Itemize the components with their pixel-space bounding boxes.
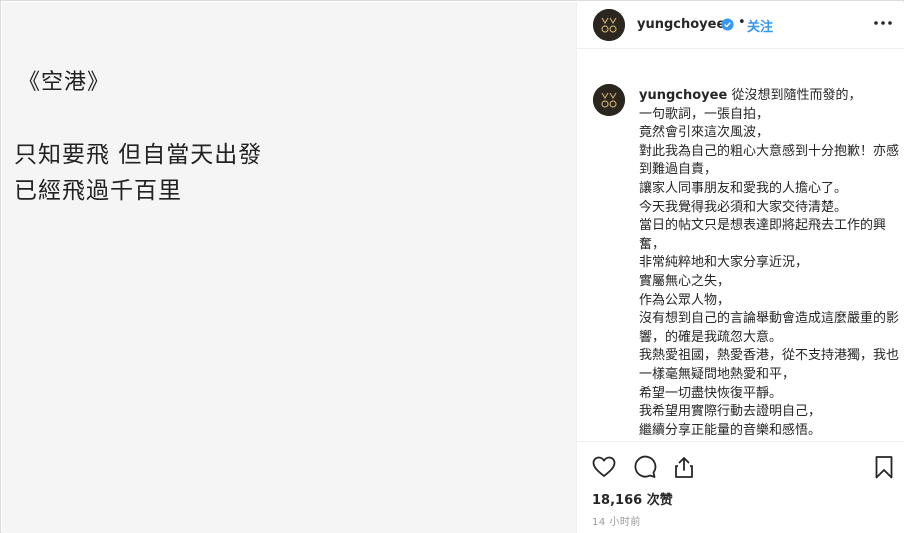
follow-button[interactable]: 关注 [747, 16, 773, 35]
likes-count[interactable]: 18,166 次赞 [592, 489, 673, 508]
share-icon [675, 457, 693, 478]
post-dialog: 《空港》 只知要飛 但自當天出發 已經飛過千百里 yungchoyee • 关注 [0, 0, 904, 533]
more-options-icon[interactable] [873, 19, 893, 27]
image-lyric-line-2: 已經飛過千百里 [14, 178, 182, 204]
save-button[interactable] [871, 454, 897, 480]
separator-dot: • [738, 15, 746, 30]
caption-area: yungchoyee 從沒想到隨性而發的， 一句歌詞，一張自拍， 竟然會引來這次… [577, 50, 904, 440]
image-title-text: 《空港》 [18, 70, 111, 95]
avatar-logo-icon [593, 9, 625, 41]
avatar[interactable] [593, 9, 625, 41]
heart-icon [592, 456, 616, 477]
image-lyric-line-1: 只知要飛 但自當天出發 [14, 142, 263, 168]
caption-body: 從沒想到隨性而發的， 一句歌詞，一張自拍， 竟然會引來這次風波， 對此我為自己的… [639, 88, 900, 438]
share-button[interactable] [671, 454, 697, 480]
post-sidebar: yungchoyee • 关注 yungchoyee 從沒想到隨性而發的， 一句… [576, 2, 904, 533]
comment-icon [634, 455, 657, 478]
avatar-logo-icon [593, 84, 625, 116]
caption-username[interactable]: yungchoyee [639, 88, 727, 103]
post-timestamp[interactable]: 14 小时前 [592, 513, 641, 528]
post-header: yungchoyee • 关注 [577, 2, 904, 49]
post-image[interactable]: 《空港》 只知要飛 但自當天出發 已經飛過千百里 [2, 2, 576, 533]
verified-badge-icon [721, 18, 734, 31]
caption-avatar[interactable] [593, 84, 625, 116]
header-username[interactable]: yungchoyee [637, 17, 725, 32]
actions-bar: 18,166 次赞 14 小时前 [577, 441, 904, 533]
comment-button[interactable] [631, 454, 657, 480]
like-button[interactable] [591, 454, 617, 480]
caption-text: yungchoyee 從沒想到隨性而發的， 一句歌詞，一張自拍， 竟然會引來這次… [639, 87, 899, 440]
bookmark-icon [875, 456, 893, 479]
